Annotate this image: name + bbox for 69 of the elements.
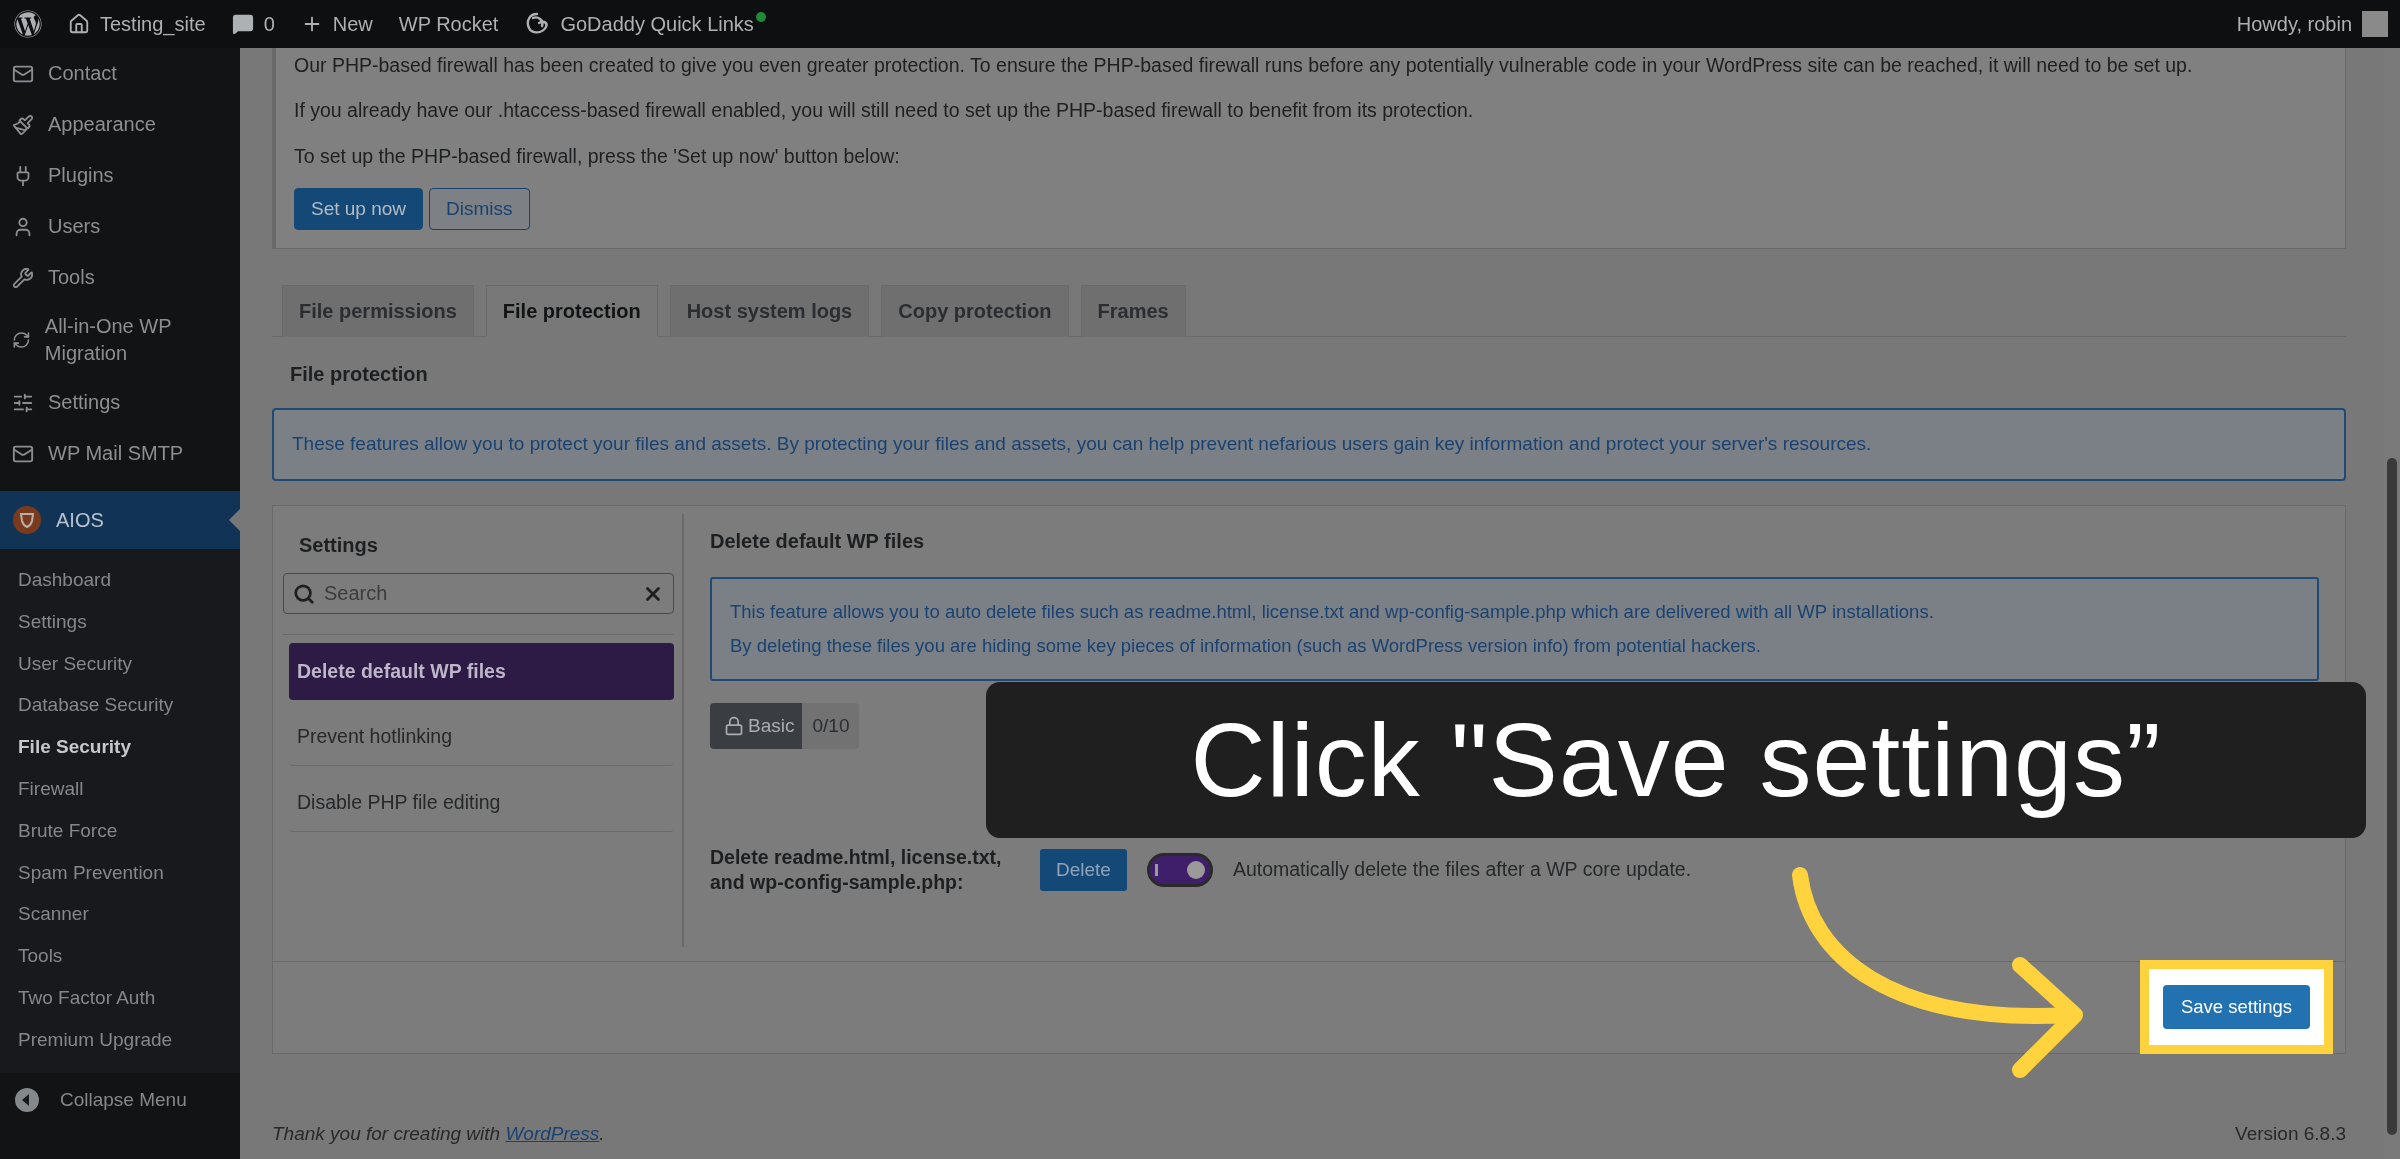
notice-text: Our PHP-based firewall has been created to give you even greater protection. To ensure the PHP-based firewall runs before any potentially vulnerable code in your WordPress site can be reached, it will need to be set up. <box>294 53 2194 78</box>
admin-bar-item[interactable]: New <box>300 12 373 36</box>
tab[interactable]: Frames <box>1080 284 1186 337</box>
submenu-item[interactable]: Spam Prevention <box>0 851 240 894</box>
delete-button[interactable]: Delete <box>1040 848 1127 891</box>
sidebar-item[interactable]: Plugins <box>0 150 240 201</box>
sidebar-item[interactable]: Users <box>0 201 240 252</box>
curved-arrow-icon <box>1792 867 2083 1078</box>
feature-list-item[interactable]: Delete default WP files <box>289 642 674 700</box>
toggle-label: Automatically delete the files after a WP core update. <box>1232 858 1692 882</box>
tab[interactable]: File protection <box>485 284 658 337</box>
notice-text: To set up the PHP-based firewall, press the 'Set up now' button below: <box>294 143 901 169</box>
callout-text: Click "Save settings” <box>1190 700 2162 820</box>
shield-icon <box>12 505 42 535</box>
setup-button[interactable]: Set up now <box>294 187 424 230</box>
submenu-item[interactable]: Firewall <box>0 768 240 810</box>
wordpress-logo-icon[interactable] <box>14 10 42 38</box>
avatar-icon <box>2362 11 2388 37</box>
panel-title: Settings <box>299 533 379 557</box>
admin-bar-item[interactable]: WP Rocket <box>398 12 499 36</box>
submenu-item[interactable]: Tools <box>0 935 240 977</box>
submenu-item[interactable]: Brute Force <box>0 809 240 852</box>
search-icon <box>293 582 315 605</box>
submenu-item[interactable]: File Security <box>0 726 240 768</box>
detail-info-text: This feature allows you to auto delete files such as readme.html, license.txt and wp-config-sample.php which are delivered with all WP installations. <box>730 600 1935 623</box>
submenu-item[interactable]: Premium Upgrade <box>0 1018 240 1061</box>
sidebar-item[interactable]: Tools <box>0 252 240 303</box>
sidebar-item[interactable]: All-in-One WP Migration <box>0 303 240 377</box>
feature-list-item[interactable]: Prevent hotlinking <box>289 707 674 766</box>
submenu-item[interactable]: Dashboard <box>0 559 240 601</box>
collapse-icon <box>14 1086 40 1113</box>
collapse-menu[interactable]: Collapse Menu <box>0 1072 240 1127</box>
sidebar-item[interactable]: WP Mail SMTP <box>0 428 240 479</box>
tab[interactable]: Copy protection <box>881 284 1069 337</box>
footer-text: Thank you for creating with WordPress. <box>272 1123 605 1145</box>
auto-delete-toggle[interactable] <box>1146 852 1213 887</box>
submenu-item[interactable]: Settings <box>0 600 240 643</box>
score-badge: 0/10 <box>802 702 860 749</box>
search-field[interactable]: Search <box>283 572 674 614</box>
comment-icon <box>231 13 254 35</box>
tab[interactable]: File permissions <box>282 284 474 337</box>
admin-bar-item[interactable]: Testing_site <box>68 12 206 36</box>
badge-label: Basic <box>748 714 795 737</box>
admin-bar-item[interactable]: 0 <box>231 12 275 36</box>
tab[interactable]: Host system logs <box>669 284 870 337</box>
sidebar-item[interactable]: Settings <box>0 377 240 428</box>
detail-info-text: By deleting these files you are hiding some key pieces of information (such as WordPress version info) from potential hackers. <box>730 634 1762 657</box>
status-dot-icon <box>755 12 766 22</box>
dismiss-button[interactable]: Dismiss <box>429 187 530 230</box>
account-menu[interactable]: Howdy, robin <box>2236 11 2388 37</box>
admin-bar-item[interactable]: GoDaddy Quick Links <box>524 12 766 36</box>
lock-icon <box>724 715 744 736</box>
save-settings-button[interactable]: Save settings <box>2162 985 2310 1030</box>
submenu-item[interactable]: User Security <box>0 642 240 685</box>
home-icon <box>68 13 90 35</box>
swirl-logo-icon <box>524 12 551 36</box>
submenu-item[interactable]: Two Factor Auth <box>0 976 240 1019</box>
feature-list-item[interactable]: Disable PHP file editing <box>289 773 674 832</box>
section-title: File protection <box>290 362 429 386</box>
sidebar-item[interactable]: AIOS <box>0 491 240 549</box>
submenu-item[interactable]: Scanner <box>0 893 240 936</box>
option-label: Delete readme.html, license.txt, and wp-config-sample.php: <box>710 844 1003 895</box>
sidebar-item[interactable]: Contact <box>0 48 240 99</box>
version-text: Version 6.8.3 <box>2235 1123 2346 1145</box>
detail-title: Delete default WP files <box>710 529 926 553</box>
submenu-item[interactable]: Database Security <box>0 684 240 727</box>
sidebar-item[interactable]: Appearance <box>0 99 240 150</box>
notice-text: If you already have our .htaccess-based firewall enabled, you will still need to set up the PHP-based firewall to benefit from its protection. <box>294 98 1475 124</box>
info-text: These features allow you to protect your files and assets. By protecting your files and assets, you can help prevent nefarious users gain key information and protect your server's resources. <box>292 431 1873 456</box>
